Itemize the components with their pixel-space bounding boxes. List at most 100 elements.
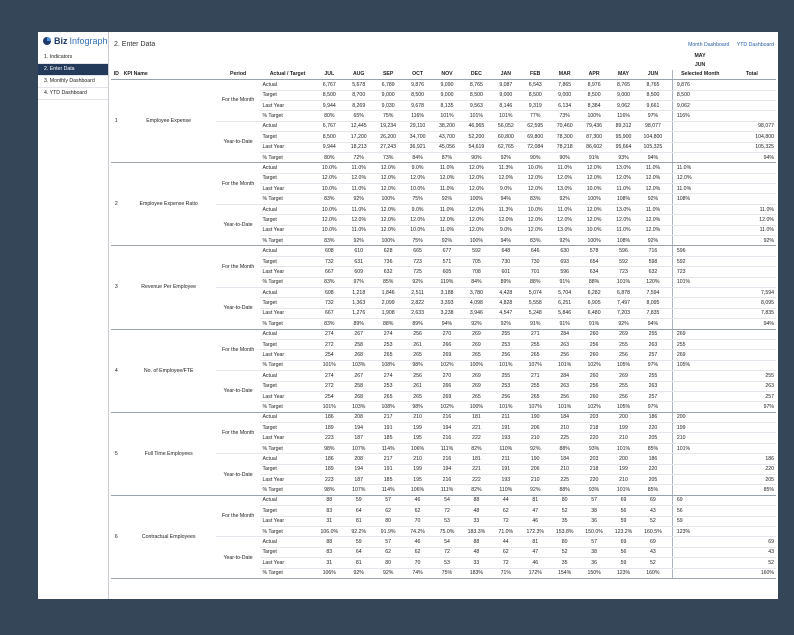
value-cell[interactable]: 8,976 (579, 79, 609, 91)
value-cell[interactable]: 9,000 (549, 90, 580, 101)
value-cell[interactable]: 5,558 (520, 297, 550, 309)
value-cell[interactable]: 12.0% (432, 173, 462, 185)
value-cell[interactable]: 56 (608, 547, 639, 559)
value-cell[interactable]: 269 (608, 370, 639, 382)
value-cell[interactable]: 256 (549, 391, 580, 403)
value-cell[interactable]: 78,300 (549, 131, 580, 143)
value-cell[interactable]: 269 (432, 349, 462, 361)
value-cell[interactable]: 88 (314, 536, 344, 548)
value-cell[interactable]: 12.0% (461, 214, 492, 226)
value-cell[interactable]: 193 (491, 474, 521, 486)
value-cell[interactable]: 270 (432, 329, 462, 340)
value-cell[interactable]: 631 (344, 256, 374, 268)
value-cell[interactable]: 9,000 (373, 90, 403, 101)
value-cell[interactable]: 732 (314, 297, 344, 309)
value-cell[interactable]: 72 (432, 505, 462, 517)
value-cell[interactable]: 601 (491, 266, 521, 278)
value-cell[interactable]: 4,828 (491, 297, 521, 309)
value-cell[interactable]: 265 (373, 391, 403, 403)
value-cell[interactable]: 12.0% (373, 225, 403, 237)
value-cell[interactable]: 34,700 (402, 131, 433, 143)
value-cell[interactable]: 12.0% (520, 214, 550, 226)
value-cell[interactable]: 665 (402, 245, 433, 257)
value-cell[interactable]: 272 (314, 381, 344, 392)
value-cell[interactable]: 7,865 (549, 79, 580, 91)
value-cell[interactable]: 12.0% (549, 214, 580, 226)
value-cell[interactable]: 10.0% (402, 225, 433, 237)
value-cell[interactable]: 12.0% (638, 225, 668, 237)
value-cell[interactable]: 62,765 (491, 142, 521, 153)
value-cell[interactable]: 8,500 (520, 90, 550, 101)
value-cell[interactable]: 2,099 (373, 297, 403, 309)
value-cell[interactable]: 6,251 (549, 297, 580, 309)
value-cell[interactable]: 48 (461, 547, 492, 559)
value-cell[interactable]: 265 (461, 349, 492, 361)
value-cell[interactable]: 730 (491, 256, 521, 268)
value-cell[interactable]: 64 (344, 505, 374, 517)
value-cell[interactable]: 104,800 (638, 131, 668, 143)
value-cell[interactable]: 255 (520, 381, 550, 392)
value-cell[interactable]: 1,846 (373, 287, 403, 299)
value-cell[interactable]: 260 (579, 329, 609, 340)
value-cell[interactable]: 271 (520, 370, 550, 382)
value-cell[interactable]: 57 (579, 536, 609, 548)
value-cell[interactable]: 271 (520, 329, 550, 340)
value-cell[interactable]: 81 (344, 557, 374, 569)
value-cell[interactable]: 199 (402, 422, 433, 434)
value-cell[interactable]: 225 (549, 432, 580, 444)
value-cell[interactable]: 69 (638, 495, 668, 507)
value-cell[interactable]: 10.0% (579, 183, 609, 195)
value-cell[interactable]: 634 (579, 266, 609, 278)
value-cell[interactable]: 253 (373, 381, 403, 392)
value-cell[interactable]: 8,500 (638, 90, 668, 101)
value-cell[interactable]: 272 (314, 339, 344, 351)
value-cell[interactable]: 54 (432, 495, 462, 507)
value-cell[interactable]: 70 (402, 516, 433, 527)
value-cell[interactable]: 62,595 (520, 121, 550, 133)
value-cell[interactable]: 59 (344, 536, 374, 548)
value-cell[interactable]: 12.0% (520, 225, 550, 237)
value-cell[interactable]: 253 (491, 381, 521, 392)
value-cell[interactable]: 26,200 (373, 131, 403, 143)
value-cell[interactable]: 269 (461, 329, 492, 340)
value-cell[interactable]: 38,200 (432, 121, 462, 133)
value-cell[interactable]: 3,780 (461, 287, 492, 299)
value-cell[interactable]: 199 (608, 422, 639, 434)
value-cell[interactable]: 6,282 (579, 287, 609, 299)
value-cell[interactable]: 194 (344, 422, 374, 434)
value-cell[interactable]: 1,218 (344, 287, 374, 299)
value-cell[interactable]: 52 (549, 547, 580, 559)
value-cell[interactable]: 274 (373, 329, 403, 340)
value-cell[interactable]: 8,500 (461, 90, 492, 101)
value-cell[interactable]: 56,052 (491, 121, 521, 133)
value-cell[interactable]: 8,765 (638, 79, 668, 91)
value-cell[interactable]: 87,300 (579, 131, 609, 143)
value-cell[interactable]: 69,800 (520, 131, 550, 143)
value-cell[interactable]: 64 (344, 547, 374, 559)
value-cell[interactable]: 194 (432, 422, 462, 434)
value-cell[interactable]: 11.3% (491, 204, 521, 216)
value-cell[interactable]: 72 (432, 547, 462, 559)
value-cell[interactable]: 11.0% (549, 162, 580, 174)
value-cell[interactable]: 47 (520, 505, 550, 517)
value-cell[interactable]: 10.0% (314, 204, 344, 216)
value-cell[interactable]: 256 (608, 391, 639, 403)
value-cell[interactable]: 12.0% (461, 162, 492, 174)
value-cell[interactable]: 5,248 (520, 308, 550, 320)
value-cell[interactable]: 98,077 (638, 121, 668, 133)
value-cell[interactable]: 12.0% (608, 173, 639, 185)
value-cell[interactable]: 210 (520, 474, 550, 486)
ytd-dashboard-link[interactable]: YTD Dashboard (737, 42, 774, 48)
value-cell[interactable]: 200 (608, 453, 639, 465)
value-cell[interactable]: 10.0% (314, 162, 344, 174)
value-cell[interactable]: 8,500 (314, 90, 344, 101)
value-cell[interactable]: 3,188 (432, 287, 462, 299)
value-cell[interactable]: 9,090 (432, 79, 462, 91)
value-cell[interactable]: 195 (402, 474, 433, 486)
value-cell[interactable]: 268 (344, 349, 374, 361)
value-cell[interactable]: 11.0% (638, 204, 668, 216)
value-cell[interactable]: 11.0% (344, 204, 374, 216)
value-cell[interactable]: 12.0% (373, 162, 403, 174)
value-cell[interactable]: 12.0% (373, 173, 403, 185)
value-cell[interactable]: 596 (549, 266, 580, 278)
